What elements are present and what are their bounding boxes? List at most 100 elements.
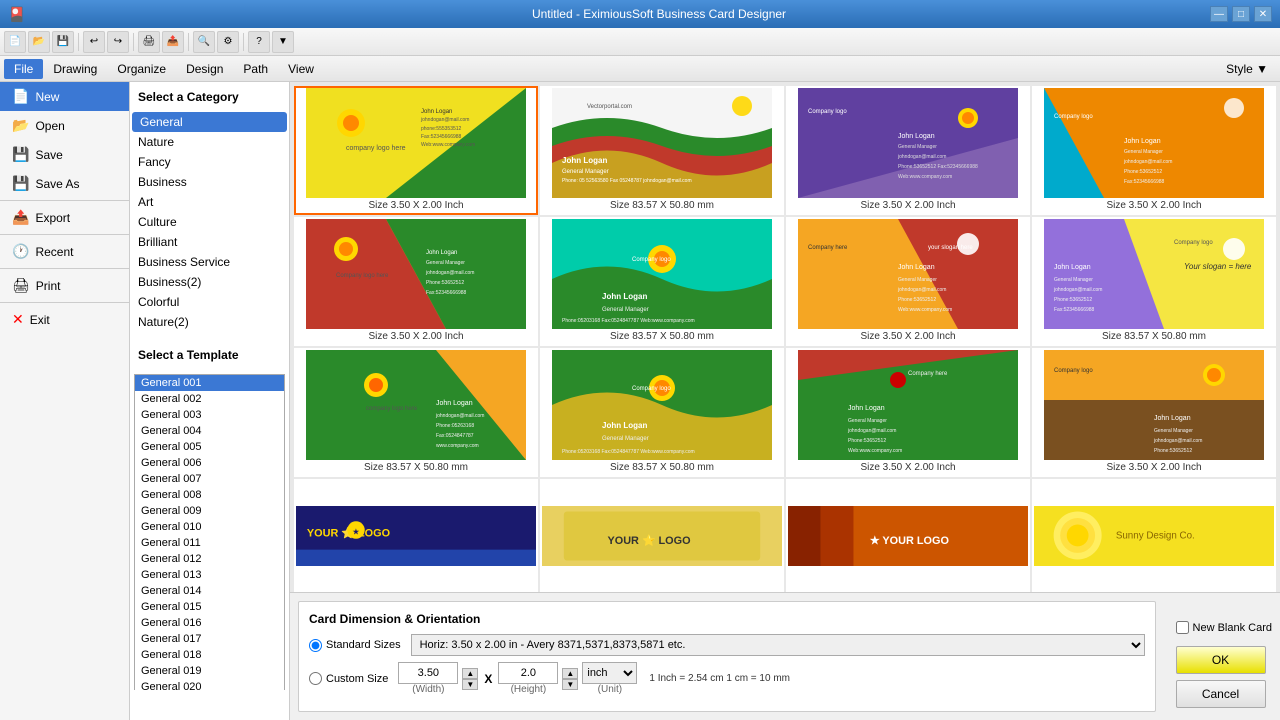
category-item-nature(2)[interactable]: Nature(2) bbox=[130, 312, 289, 332]
new-toolbar-icon[interactable]: 📄 bbox=[4, 31, 26, 53]
template-item-general-004[interactable]: General 004 bbox=[135, 423, 284, 439]
category-item-business(2)[interactable]: Business(2) bbox=[130, 272, 289, 292]
recent-button[interactable]: 🕐 Recent bbox=[0, 237, 129, 266]
standard-size-radio-label[interactable]: Standard Sizes bbox=[309, 639, 401, 652]
svg-text:Fax:52345666988: Fax:52345666988 bbox=[421, 134, 462, 140]
standard-size-radio[interactable] bbox=[309, 639, 322, 652]
exit-button[interactable]: ✕ Exit bbox=[0, 305, 129, 334]
template-item-general-019[interactable]: General 019 bbox=[135, 663, 284, 679]
custom-size-radio[interactable] bbox=[309, 672, 322, 685]
menu-organize[interactable]: Organize bbox=[107, 59, 176, 79]
unit-dropdown[interactable]: inch mm cm bbox=[582, 662, 637, 684]
template-item-general-002[interactable]: General 002 bbox=[135, 391, 284, 407]
template-item-general-001[interactable]: General 001 bbox=[135, 375, 284, 391]
height-down-button[interactable]: ▼ bbox=[562, 679, 578, 690]
card-item-5[interactable]: Company logo here John Logan General Man… bbox=[294, 217, 538, 346]
template-item-general-009[interactable]: General 009 bbox=[135, 503, 284, 519]
save-toolbar-icon[interactable]: 💾 bbox=[52, 31, 74, 53]
template-item-general-010[interactable]: General 010 bbox=[135, 519, 284, 535]
card-item-1[interactable]: company logo here John Logan johndogan@m… bbox=[294, 86, 538, 215]
maximize-button[interactable]: □ bbox=[1232, 6, 1250, 22]
menu-file[interactable]: File bbox=[4, 59, 43, 79]
category-item-nature[interactable]: Nature bbox=[130, 132, 289, 152]
card-item-2[interactable]: John Logan General Manager Phone: 05 525… bbox=[540, 86, 784, 215]
category-item-brilliant[interactable]: Brilliant bbox=[130, 232, 289, 252]
print-toolbar-icon[interactable]: 🖨 bbox=[138, 31, 160, 53]
card-item-logo4[interactable]: Sunny Design Co. bbox=[1032, 479, 1276, 592]
undo-toolbar-icon[interactable]: ↩ bbox=[83, 31, 105, 53]
close-button[interactable]: ✕ bbox=[1254, 6, 1272, 22]
card-item-logo3[interactable]: ★ YOUR LOGO bbox=[786, 479, 1030, 592]
height-up-button[interactable]: ▲ bbox=[562, 668, 578, 679]
menu-path[interactable]: Path bbox=[233, 59, 278, 79]
card-item-4[interactable]: Company logo John Logan General Manager … bbox=[1032, 86, 1276, 215]
card-item-logo2[interactable]: YOUR ⭐ LOGO bbox=[540, 479, 784, 592]
menu-design[interactable]: Design bbox=[176, 59, 233, 79]
zoom-toolbar-icon[interactable]: 🔍 bbox=[193, 31, 215, 53]
card-item-8[interactable]: Company logo Your slogan = here John Log… bbox=[1032, 217, 1276, 346]
ok-button[interactable]: OK bbox=[1176, 646, 1266, 674]
template-item-general-017[interactable]: General 017 bbox=[135, 631, 284, 647]
card-item-7[interactable]: Company here John Logan General Manager … bbox=[786, 217, 1030, 346]
card-item-11[interactable]: Company here John Logan General Manager … bbox=[786, 348, 1030, 477]
template-item-general-005[interactable]: General 005 bbox=[135, 439, 284, 455]
template-item-general-006[interactable]: General 006 bbox=[135, 455, 284, 471]
svg-text:Fax:52345666988: Fax:52345666988 bbox=[426, 290, 467, 296]
print-button[interactable]: 🖨 Print bbox=[0, 271, 129, 300]
card-item-logo1[interactable]: YOUR ⭐ LOGO ★ bbox=[294, 479, 538, 592]
category-item-fancy[interactable]: Fancy bbox=[130, 152, 289, 172]
category-item-art[interactable]: Art bbox=[130, 192, 289, 212]
minimize-button[interactable]: — bbox=[1210, 6, 1228, 22]
card-item-10[interactable]: Company logo John Logan General Manager … bbox=[540, 348, 784, 477]
new-blank-checkbox[interactable] bbox=[1176, 621, 1189, 634]
menu-view[interactable]: View bbox=[278, 59, 324, 79]
custom-size-radio-label[interactable]: Custom Size bbox=[309, 672, 388, 685]
template-item-general-011[interactable]: General 011 bbox=[135, 535, 284, 551]
template-item-general-012[interactable]: General 012 bbox=[135, 551, 284, 567]
help-toolbar-icon[interactable]: ? bbox=[248, 31, 270, 53]
new-button[interactable]: 📄 New bbox=[0, 82, 129, 111]
card-item-12[interactable]: Company logo John Logan General Manager … bbox=[1032, 348, 1276, 477]
category-item-business[interactable]: Business bbox=[130, 172, 289, 192]
category-item-colorful[interactable]: Colorful bbox=[130, 292, 289, 312]
cancel-button[interactable]: Cancel bbox=[1176, 680, 1266, 708]
extra-toolbar-icon[interactable]: ▼ bbox=[272, 31, 294, 53]
settings-toolbar-icon[interactable]: ⚙ bbox=[217, 31, 239, 53]
export-toolbar-icon[interactable]: 📤 bbox=[162, 31, 184, 53]
card-size-4: Size 3.50 X 2.00 Inch bbox=[1102, 198, 1205, 213]
size-dropdown[interactable]: Horiz: 3.50 x 2.00 in - Avery 8371,5371,… bbox=[411, 634, 1145, 656]
save-button[interactable]: 💾 Save bbox=[0, 140, 129, 169]
template-scroll[interactable]: General 001General 002General 003General… bbox=[130, 370, 289, 690]
template-item-general-003[interactable]: General 003 bbox=[135, 407, 284, 423]
width-up-button[interactable]: ▲ bbox=[462, 668, 478, 679]
menu-drawing[interactable]: Drawing bbox=[43, 59, 107, 79]
template-item-general-014[interactable]: General 014 bbox=[135, 583, 284, 599]
template-item-general-007[interactable]: General 007 bbox=[135, 471, 284, 487]
export-button[interactable]: 📤 Export bbox=[0, 203, 129, 232]
width-input[interactable] bbox=[398, 662, 458, 684]
style-dropdown[interactable]: Style ▼ bbox=[1226, 62, 1276, 76]
dimension-title: Card Dimension & Orientation bbox=[309, 612, 1145, 626]
new-icon: 📄 bbox=[12, 88, 29, 105]
card-item-6[interactable]: Company logo John Logan General Manager … bbox=[540, 217, 784, 346]
card-item-3[interactable]: Company logo John Logan General Manager … bbox=[786, 86, 1030, 215]
category-item-culture[interactable]: Culture bbox=[130, 212, 289, 232]
template-item-general-020[interactable]: General 020 bbox=[135, 679, 284, 690]
save-as-button[interactable]: 💾 Save As bbox=[0, 169, 129, 198]
category-item-business-service[interactable]: Business Service bbox=[130, 252, 289, 272]
svg-text:Web:www.company.com: Web:www.company.com bbox=[898, 307, 952, 313]
card-grid-wrapper[interactable]: company logo here John Logan johndogan@m… bbox=[290, 82, 1280, 592]
open-button[interactable]: 📂 Open bbox=[0, 111, 129, 140]
template-item-general-015[interactable]: General 015 bbox=[135, 599, 284, 615]
template-item-general-018[interactable]: General 018 bbox=[135, 647, 284, 663]
card-item-9[interactable]: company logo here John Logan johndogan@m… bbox=[294, 348, 538, 477]
template-item-general-013[interactable]: General 013 bbox=[135, 567, 284, 583]
template-item-general-016[interactable]: General 016 bbox=[135, 615, 284, 631]
template-item-general-008[interactable]: General 008 bbox=[135, 487, 284, 503]
svg-text:company logo here: company logo here bbox=[366, 406, 418, 412]
width-down-button[interactable]: ▼ bbox=[462, 679, 478, 690]
height-input[interactable] bbox=[498, 662, 558, 684]
open-toolbar-icon[interactable]: 📂 bbox=[28, 31, 50, 53]
redo-toolbar-icon[interactable]: ↪ bbox=[107, 31, 129, 53]
category-item-general[interactable]: General bbox=[132, 112, 287, 132]
